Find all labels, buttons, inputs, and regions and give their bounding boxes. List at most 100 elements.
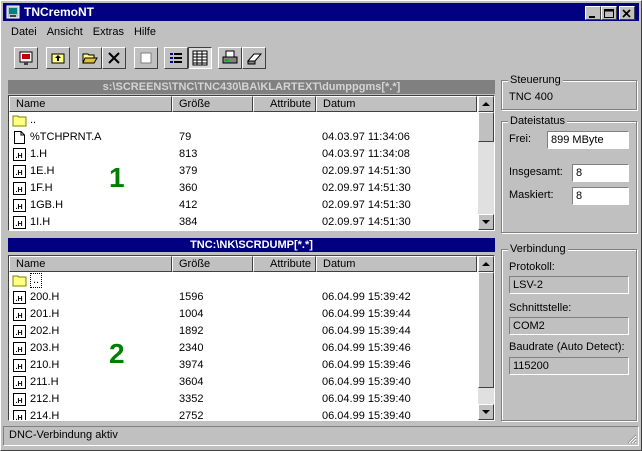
h-file-icon: .H (13, 376, 26, 389)
table-row[interactable]: .H 212.H 3352 06.04.99 15:39:40 (9, 391, 477, 408)
table-row[interactable]: .H 211.H 3604 06.04.99 15:39:40 (9, 374, 477, 391)
connect-button[interactable] (14, 47, 38, 69)
row-date: 02.09.97 14:51:30 (322, 182, 411, 194)
panel2-scroll-down[interactable] (478, 404, 494, 420)
panel1-col-attributes[interactable]: Attribute (253, 96, 316, 112)
table-row[interactable]: .H 1GB.H 412 02.09.97 14:51:30 (9, 197, 477, 214)
large-icons-button[interactable] (134, 47, 158, 69)
minimize-button[interactable] (585, 6, 601, 20)
table-row[interactable]: .H 1E.H 379 02.09.97 14:51:30 (9, 163, 477, 180)
frei-label: Frei: (509, 133, 531, 145)
menu-extras[interactable]: Extras (89, 23, 128, 41)
panel2-scroll-thumb[interactable] (478, 272, 494, 388)
frei-field: 899 MByte (547, 131, 629, 149)
close-button[interactable] (619, 6, 635, 20)
h-file-icon: .H (13, 359, 26, 372)
row-size: 360 (179, 182, 198, 194)
table-row[interactable]: %TCHPRNT.A 79 04.03.97 11:34:06 (9, 129, 477, 146)
panel2-scroll-up[interactable] (478, 256, 494, 272)
menu-ansicht[interactable]: Ansicht (43, 23, 87, 41)
row-name: .. (30, 273, 43, 288)
toolbar (3, 43, 639, 73)
resize-grip-icon[interactable] (625, 432, 637, 444)
connect-icon (19, 51, 33, 65)
row-size: 384 (179, 216, 198, 228)
up-folder-icon (51, 53, 65, 64)
table-row[interactable]: .H 200.H 1596 06.04.99 15:39:42 (9, 289, 477, 306)
row-date: 02.09.97 14:51:30 (322, 216, 411, 228)
h-file-icon: .H (13, 325, 26, 338)
row-name: 202.H (30, 325, 60, 337)
steuerung-value: TNC 400 (509, 91, 554, 103)
row-date: 06.04.99 15:39:46 (322, 342, 411, 354)
maximize-icon (604, 9, 614, 18)
table-row[interactable]: .H 1F.H 360 02.09.97 14:51:30 (9, 180, 477, 197)
svg-text:.H: .H (16, 347, 23, 354)
open-button[interactable] (78, 47, 102, 69)
table-row[interactable]: .H 210.H 3974 06.04.99 15:39:46 (9, 357, 477, 374)
panel2-col-attributes[interactable]: Attribute (253, 256, 316, 272)
svg-text:.H: .H (16, 381, 23, 388)
h-file-icon: .H (13, 148, 26, 161)
h-file-icon: .H (13, 410, 26, 421)
panel1-scroll-down[interactable] (478, 214, 494, 230)
arrow-down-icon (482, 220, 490, 224)
panel1-col-name[interactable]: Name (9, 96, 172, 112)
panel1-col-size[interactable]: Größe (172, 96, 253, 112)
row-date: 06.04.99 15:39:44 (322, 308, 411, 320)
row-name: 1E.H (30, 165, 55, 177)
row-size: 412 (179, 199, 198, 211)
row-name: 1F.H (30, 182, 53, 194)
table-row[interactable]: .H 1I.H 384 02.09.97 14:51:30 (9, 214, 477, 230)
folder-icon (12, 275, 27, 287)
panel1-scroll-thumb[interactable] (478, 112, 494, 142)
table-row[interactable]: .H 214.H 2752 06.04.99 15:39:40 (9, 408, 477, 421)
menu-datei[interactable]: Datei (7, 23, 41, 41)
table-row[interactable]: .. (9, 112, 477, 129)
table-row[interactable]: .. (9, 272, 477, 289)
printer-icon (222, 50, 238, 64)
print-button[interactable] (218, 47, 242, 69)
panel2-col-date[interactable]: Datum (316, 256, 477, 272)
row-size: 3352 (179, 393, 204, 405)
h-file-icon: .H (13, 393, 26, 406)
table-row[interactable]: .H 1.H 813 04.03.97 11:34:08 (9, 146, 477, 163)
title-bar[interactable]: TNCremoNT (3, 3, 639, 21)
panel2-file-list[interactable]: Name Größe Attribute Datum .. .H 200.H 1596… (8, 255, 495, 421)
panel1-path-bar[interactable]: s:\SCREENS\TNC\TNC430\BA\KLARTEXT\dumppg… (8, 80, 495, 94)
panel2-col-size[interactable]: Größe (172, 256, 253, 272)
table-row[interactable]: .H 203.H 2340 06.04.99 15:39:46 (9, 340, 477, 357)
minimize-icon (589, 16, 595, 18)
erase-button[interactable] (242, 47, 266, 69)
table-row[interactable]: .H 201.H 1004 06.04.99 15:39:44 (9, 306, 477, 323)
h-file-icon: .H (13, 216, 26, 229)
verbindung-group: Verbindung Protokoll: LSV-2 Schnittstell… (501, 243, 637, 421)
large-icons-icon (140, 52, 152, 64)
delete-button[interactable] (102, 47, 126, 69)
row-name: 201.H (30, 308, 60, 320)
up-folder-button[interactable] (46, 47, 70, 69)
panel2-scrollbar[interactable] (478, 256, 494, 420)
row-name: 1GB.H (30, 199, 64, 211)
menu-hilfe[interactable]: Hilfe (130, 23, 160, 41)
list-view-button[interactable] (164, 47, 188, 69)
close-icon (622, 9, 631, 18)
panel1-scroll-up[interactable] (478, 96, 494, 112)
panel2-col-name[interactable]: Name (9, 256, 172, 272)
schnittstelle-label: Schnittstelle: (509, 302, 572, 314)
list-view-icon (170, 53, 182, 63)
panel1-col-date[interactable]: Datum (316, 96, 477, 112)
maximize-button[interactable] (601, 6, 617, 20)
panel1-number: 1 (109, 162, 125, 193)
row-size: 2340 (179, 342, 204, 354)
svg-text:.H: .H (16, 415, 23, 421)
row-date: 02.09.97 14:51:30 (322, 165, 411, 177)
table-row[interactable]: .H 202.H 1892 06.04.99 15:39:44 (9, 323, 477, 340)
panel2-column-header: Name Größe Attribute Datum (9, 256, 477, 272)
panel1-file-list[interactable]: Name Größe Attribute Datum .. %TCHPRNT.A 7… (8, 95, 495, 231)
panel2-path-bar[interactable]: TNC:\NK\SCRDUMP[*.*] (8, 238, 495, 252)
row-date: 06.04.99 15:39:40 (322, 393, 411, 405)
svg-text:.H: .H (16, 296, 23, 303)
panel1-scrollbar[interactable] (478, 96, 494, 230)
details-view-button[interactable] (188, 47, 212, 69)
